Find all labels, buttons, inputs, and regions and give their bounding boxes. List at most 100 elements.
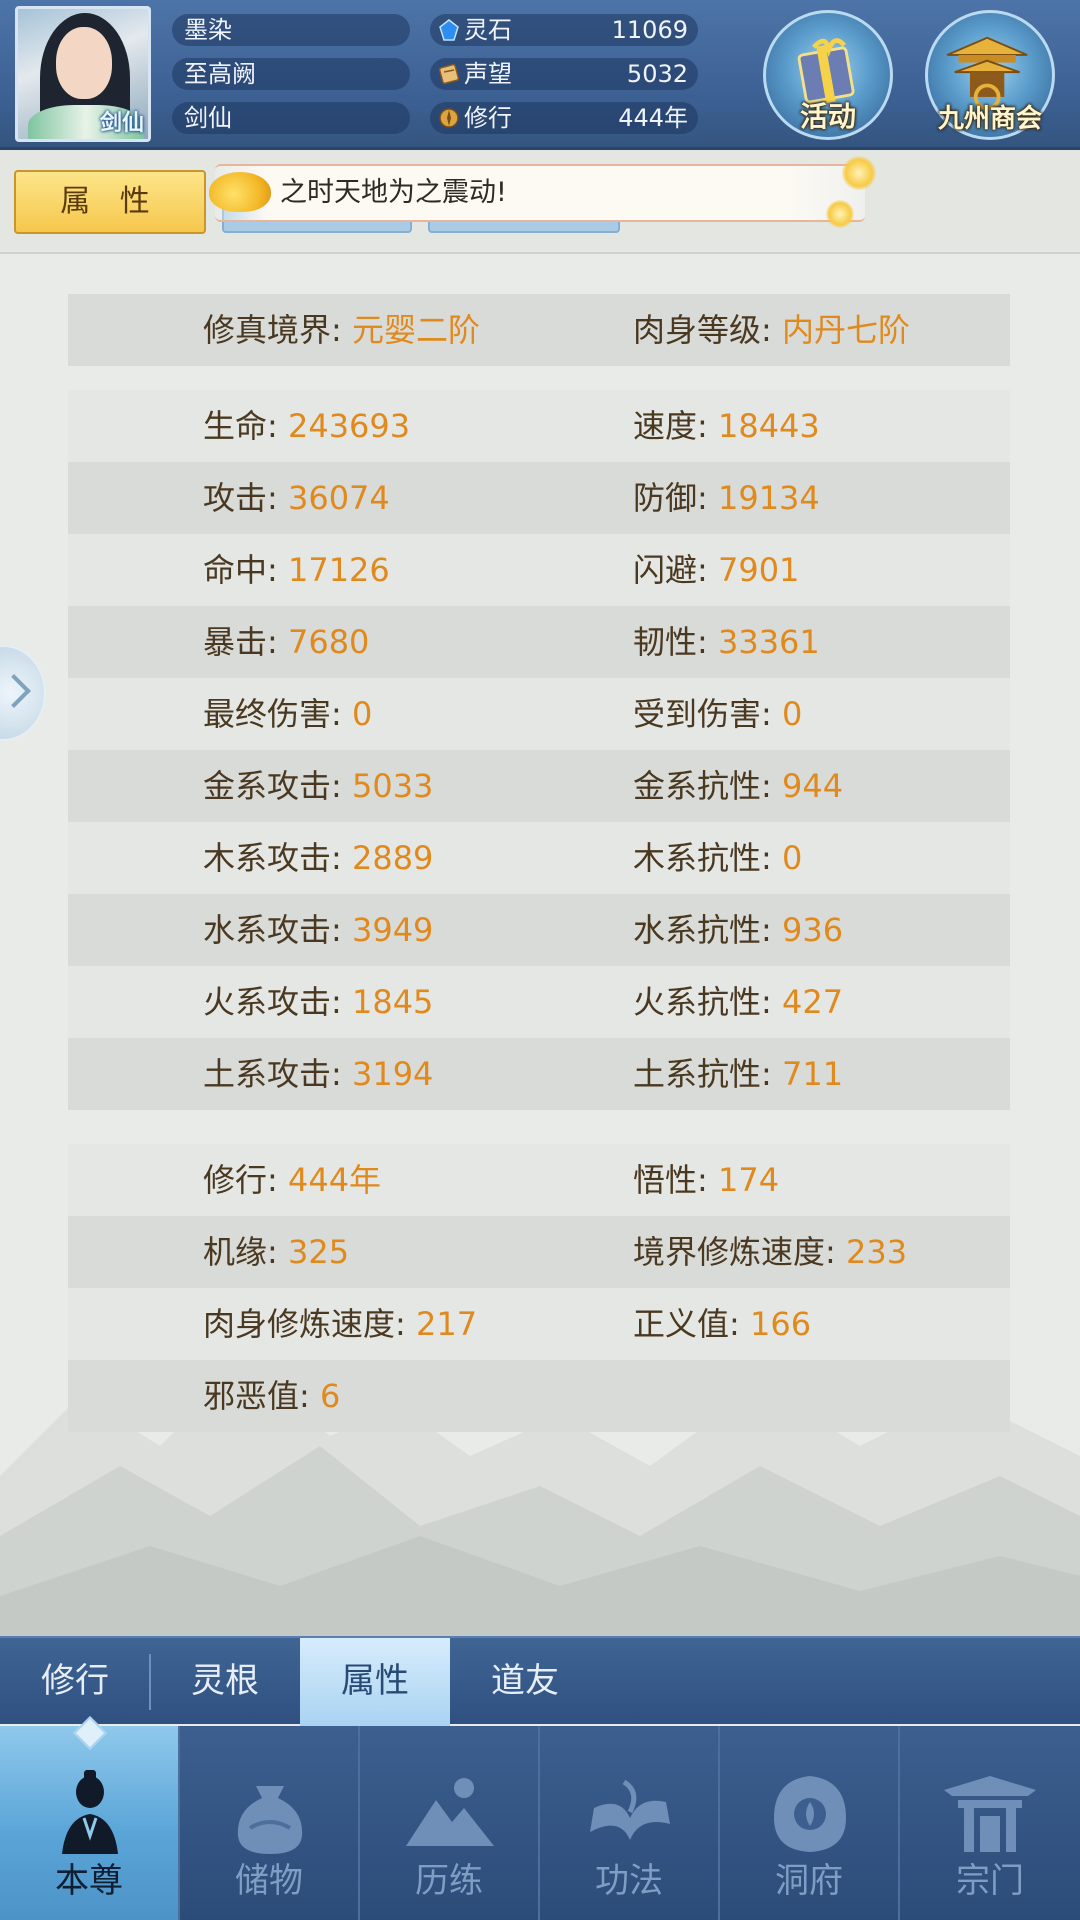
stat-value: 325 [287,1233,350,1271]
stat-label: 金系抗性: [633,767,782,805]
cultivation-stats-panel: 修行: 444年 悟性: 174 机缘: 325 境界修炼速度: 233 肉身修… [68,1144,1010,1432]
stat-label: 正义值: [633,1305,750,1343]
stat-value: 1845 [351,983,434,1021]
spirit-stone-label: 灵石 [464,16,512,44]
stat-cell: 韧性: 33361 [633,606,820,678]
stat-value: 3949 [351,911,434,949]
realm-label: 修真境界: [203,311,352,349]
stat-row: 修行: 444年 悟性: 174 [68,1144,1010,1216]
stat-cell: 最终伤害: 0 [203,678,372,750]
realm-row: 修真境界: 元婴二阶 肉身等级: 内丹七阶 [68,294,1010,366]
reputation-value: 5032 [626,60,688,88]
stat-value: 166 [749,1305,812,1343]
stat-row: 肉身修炼速度: 217 正义值: 166 [68,1288,1010,1360]
stat-label: 水系攻击: [203,911,352,949]
stat-label: 土系攻击: [203,1055,352,1093]
stat-label: 悟性: [633,1161,718,1199]
nav-sect[interactable]: 宗门 [900,1726,1080,1920]
tab-cultivation[interactable]: 修行 [0,1638,150,1726]
cultivation-counter: 修行 444年 [430,102,698,134]
stat-cell: 暴击: 7680 [203,606,369,678]
sect-gate-icon [944,1776,1036,1852]
stat-cell: 悟性: 174 [633,1144,779,1216]
stat-cell: 木系抗性: 0 [633,822,802,894]
stat-label: 命中: [203,551,288,589]
stat-label: 暴击: [203,623,288,661]
tab-companions[interactable]: 道友 [450,1638,600,1726]
stat-value: 0 [351,695,373,733]
stat-cell: 金系攻击: 5033 [203,750,433,822]
realm-value: 元婴二阶 [351,311,480,349]
stat-cell: 防御: 19134 [633,462,820,534]
stat-row: 暴击: 7680 韧性: 33361 [68,606,1010,678]
stat-value: 18443 [717,407,820,445]
stat-row: 火系攻击: 1845 火系抗性: 427 [68,966,1010,1038]
nav-training[interactable]: 历练 [360,1726,540,1920]
stat-label: 水系抗性: [633,911,782,949]
stat-cell: 命中: 17126 [203,534,390,606]
stat-value: 711 [781,1055,844,1093]
spirit-stone-value: 11069 [611,16,688,44]
stat-label: 受到伤害: [633,695,782,733]
stat-cell: 生命: 243693 [203,390,410,462]
stat-value: 243693 [287,407,411,445]
stat-value: 6 [319,1377,341,1415]
stat-label: 韧性: [633,623,718,661]
stat-value: 19134 [717,479,820,517]
tab-attributes-active[interactable]: 属性 [300,1638,450,1726]
nav-skills-label: 功法 [595,1861,663,1901]
player-avatar[interactable]: 剑仙 [15,6,151,142]
nav-skills[interactable]: 功法 [540,1726,720,1920]
nav-character-label: 本尊 [55,1861,123,1901]
stat-label: 土系抗性: [633,1055,782,1093]
tab-spirit-root[interactable]: 灵根 [150,1638,300,1726]
stat-row: 水系攻击: 3949 水系抗性: 936 [68,894,1010,966]
stat-row: 金系攻击: 5033 金系抗性: 944 [68,750,1010,822]
nav-character[interactable]: 本尊 [0,1726,180,1920]
shop-button-label: 九州商会 [937,104,1042,134]
stat-row: 最终伤害: 0 受到伤害: 0 [68,678,1010,750]
tab-attributes[interactable]: 属 性 [14,170,206,234]
stat-label: 速度: [633,407,718,445]
stat-value: 3194 [351,1055,434,1093]
nav-storage[interactable]: 储物 [180,1726,360,1920]
stat-label: 金系攻击: [203,767,352,805]
stat-label: 木系攻击: [203,839,352,877]
spirit-stone-counter: 灵石 11069 [430,14,698,46]
stat-cell: 土系攻击: 3194 [203,1038,433,1110]
stat-cell: 水系攻击: 3949 [203,894,433,966]
stat-cell: 土系抗性: 711 [633,1038,843,1110]
events-button-label: 活动 [799,100,856,133]
player-class: 剑仙 [172,102,410,134]
stat-cell: 水系抗性: 936 [633,894,843,966]
announcement-marquee: 之时天地为之震动! [209,164,865,222]
sub-navigation: 修行 灵根 属性 道友 [0,1636,1080,1726]
stat-row: 命中: 17126 闪避: 7901 [68,534,1010,606]
stat-row: 邪恶值: 6 [68,1360,1010,1432]
body-level-cell: 肉身等级: 内丹七阶 [633,294,910,366]
stat-row: 机缘: 325 境界修炼速度: 233 [68,1216,1010,1288]
stat-value: 7901 [717,551,800,589]
stat-value: 36074 [287,479,390,517]
stat-value: 17126 [287,551,390,589]
sun-ornament-icon [842,156,876,190]
stat-value: 0 [781,839,803,877]
body-level-label: 肉身等级: [633,311,782,349]
stat-value: 174 [717,1161,780,1199]
cultivation-value: 444年 [618,104,688,132]
stat-row: 土系攻击: 3194 土系抗性: 711 [68,1038,1010,1110]
combat-stats-panel: 生命: 243693 速度: 18443 攻击: 36074 防御: 19134… [68,390,1010,1110]
cave-icon [774,1776,846,1852]
events-button[interactable]: 活动 [763,10,893,140]
nav-cave[interactable]: 洞府 [720,1726,900,1920]
stat-label: 机缘: [203,1233,288,1271]
nav-cave-label: 洞府 [775,1861,843,1901]
player-name: 墨染 [172,14,410,46]
announcement-text: 之时天地为之震动! [280,177,507,208]
nav-training-label: 历练 [415,1861,483,1901]
stat-row: 攻击: 36074 防御: 19134 [68,462,1010,534]
character-icon [62,1770,118,1854]
shop-button[interactable]: 九州商会 [925,10,1055,140]
stat-label: 攻击: [203,479,288,517]
stat-cell: 肉身修炼速度: 217 [203,1288,477,1360]
